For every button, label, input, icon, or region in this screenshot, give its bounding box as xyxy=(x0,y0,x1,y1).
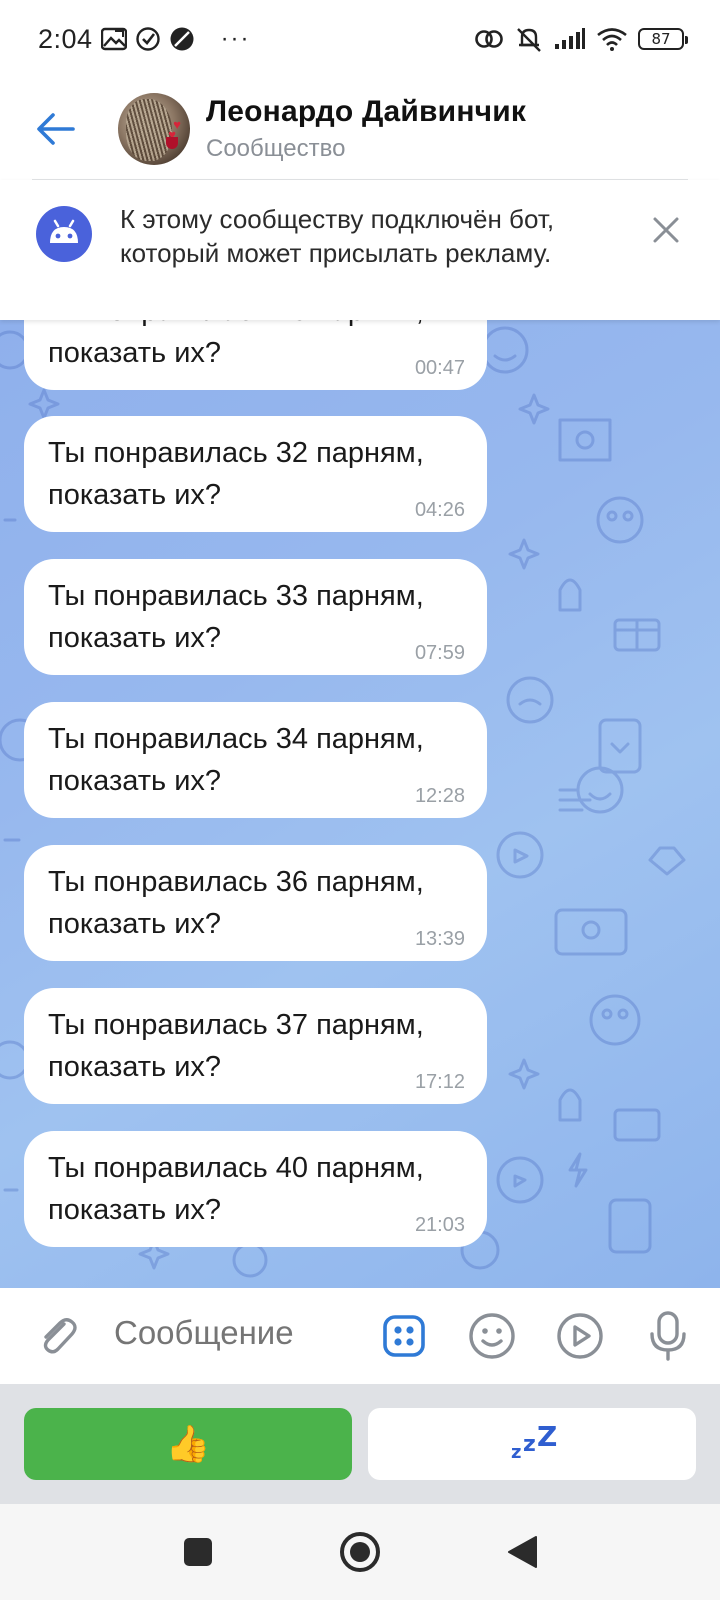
voice-message-button[interactable] xyxy=(642,1310,694,1362)
thumbs-up-icon: 👍 xyxy=(165,1423,211,1464)
status-time: 2:04 xyxy=(38,23,93,54)
header-text[interactable]: Леонардо Дайвинчик Сообщество xyxy=(206,95,526,163)
wifi-icon xyxy=(596,27,628,51)
bot-keyboard-toggle-button[interactable] xyxy=(378,1310,430,1362)
muted-bell-icon xyxy=(514,25,544,53)
battery-indicator: 87 xyxy=(638,28,688,50)
message-bubble[interactable]: Ты понравилась 33 парням, показать их? 0… xyxy=(24,559,487,675)
bot-keyboard: 👍 z z Z xyxy=(0,1384,720,1504)
microphone-icon xyxy=(650,1311,686,1361)
message-text: Ты понравилась 37 парням, показать их? xyxy=(48,1009,424,1083)
triangle-back-icon xyxy=(508,1536,537,1568)
message-bubble[interactable]: Ты понравилась 36 парням, показать их? 1… xyxy=(24,845,487,961)
message-time: 17:12 xyxy=(414,1071,465,1093)
message-time: 12:28 xyxy=(414,785,465,807)
message-time: 13:39 xyxy=(414,928,465,950)
smile-icon xyxy=(469,1313,515,1359)
photo-notification-icon xyxy=(100,27,127,51)
video-message-button[interactable] xyxy=(554,1310,606,1362)
square-icon xyxy=(184,1538,212,1566)
message-time: 21:03 xyxy=(414,1214,465,1236)
home-circle-icon xyxy=(340,1532,380,1572)
close-notice-button[interactable] xyxy=(646,210,686,250)
chat-history[interactable]: Ты понравилась 29 парням, показать их? 0… xyxy=(0,320,720,1288)
recents-button[interactable] xyxy=(176,1530,220,1574)
message-text: Ты понравилась 36 парням, показать их? xyxy=(48,866,424,940)
bot-icon xyxy=(36,206,92,262)
page-subtitle: Сообщество xyxy=(206,135,346,162)
message-bubble[interactable]: Ты понравилась 37 парням, показать их? 1… xyxy=(24,988,487,1104)
bot-notice: К этому сообществу подключён бот, которы… xyxy=(0,180,720,320)
chat-header: ♥ ♥ Леонардо Дайвинчик Сообщество xyxy=(0,78,720,180)
message-time: 04:26 xyxy=(414,499,465,521)
keyboard-grid-icon xyxy=(383,1315,425,1357)
home-button[interactable] xyxy=(338,1530,382,1574)
like-button[interactable]: 👍 xyxy=(24,1408,352,1480)
sleep-button[interactable]: z z Z xyxy=(368,1408,696,1480)
message-time: 00:47 xyxy=(414,357,465,379)
message-bubble[interactable]: Ты понравилась 32 парням, показать их? 0… xyxy=(24,416,487,532)
close-icon xyxy=(653,217,679,243)
message-text: Ты понравилась 32 парням, показать их? xyxy=(48,437,424,511)
signal-icon xyxy=(554,28,586,50)
emoji-button[interactable] xyxy=(466,1310,518,1362)
message-composer xyxy=(0,1288,720,1384)
play-circle-icon xyxy=(557,1313,603,1359)
message-bubble[interactable]: Ты понравилась 29 парням, показать их? 0… xyxy=(24,320,487,390)
bot-notice-text: К этому сообществу подключён бот, которы… xyxy=(120,204,555,268)
message-time: 07:59 xyxy=(414,642,465,664)
message-text: Ты понравилась 29 парням, показать их? xyxy=(48,320,424,369)
avatar[interactable]: ♥ ♥ xyxy=(118,93,190,165)
message-input[interactable] xyxy=(114,1314,354,1352)
message-bubble[interactable]: Ты понравилась 34 парням, показать их? 1… xyxy=(24,702,487,818)
paperclip-icon xyxy=(43,1318,77,1354)
zzz-icon: z z Z xyxy=(511,1420,558,1463)
message-text: Ты понравилась 40 парням, показать их? xyxy=(48,1152,424,1226)
attach-button[interactable] xyxy=(34,1312,82,1360)
back-nav-button[interactable] xyxy=(500,1530,544,1574)
message-text: Ты понравилась 34 парням, показать их? xyxy=(48,723,424,797)
more-notifications-icon: ··· xyxy=(220,25,251,52)
system-nav-bar xyxy=(0,1504,720,1600)
message-text: Ты понравилась 33 парням, показать их? xyxy=(48,580,424,654)
status-bar: 2:04 ··· 87 xyxy=(0,0,720,78)
check-circle-icon xyxy=(135,26,161,52)
link-icon xyxy=(474,28,504,50)
app-notification-icon xyxy=(169,26,195,52)
back-button[interactable] xyxy=(26,99,86,159)
page-title: Леонардо Дайвинчик xyxy=(206,95,527,128)
message-bubble[interactable]: Ты понравилась 40 парням, показать их? 2… xyxy=(24,1131,487,1247)
arrow-left-icon xyxy=(37,113,75,145)
